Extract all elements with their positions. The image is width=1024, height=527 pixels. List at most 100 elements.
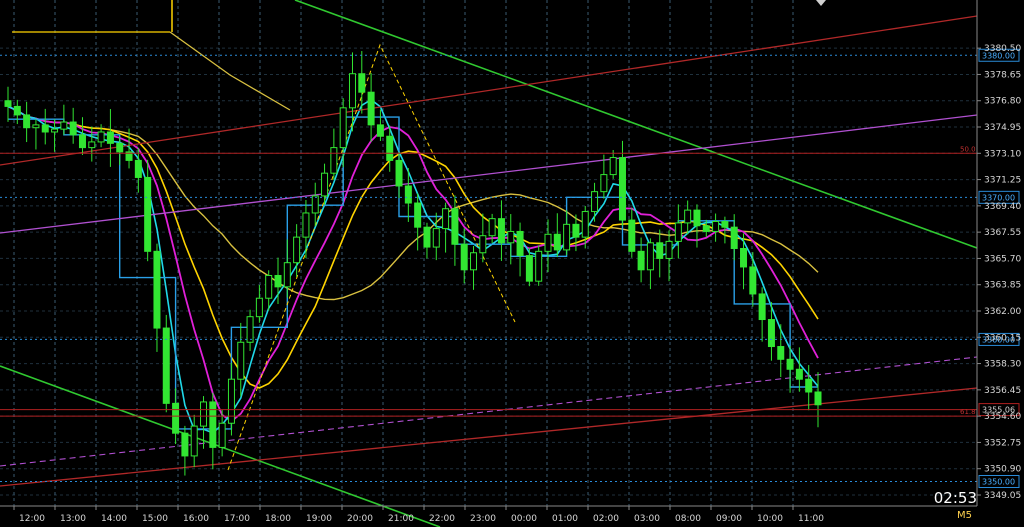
candle-body (181, 432, 189, 457)
candle-body (721, 220, 729, 228)
candle-body (60, 121, 68, 130)
candle-body (134, 159, 142, 178)
candle-body (544, 233, 552, 252)
candle-body (563, 223, 571, 251)
candle-body (591, 191, 599, 213)
candle-body (740, 247, 748, 268)
candle-body (637, 250, 645, 271)
candle-body (106, 131, 114, 144)
bar-countdown: 02:53 (933, 489, 977, 507)
candle-body (460, 243, 468, 271)
price-tick-label: 3352.75 (984, 438, 1021, 448)
candle-body (172, 402, 180, 434)
candle-body (572, 223, 580, 238)
time-tick-label: 08:00 (675, 514, 701, 524)
candle-body (470, 252, 478, 271)
candle-body (535, 250, 543, 282)
candle-body (395, 159, 403, 187)
candle-body (805, 378, 813, 393)
time-tick-label: 20:00 (347, 514, 373, 524)
price-tick-label: 3356.45 (984, 386, 1021, 396)
candle-body (386, 135, 394, 161)
candle-body (777, 346, 785, 360)
time-tick-label: 14:00 (101, 514, 127, 524)
candle-body (404, 185, 412, 204)
candle-body (525, 255, 533, 282)
candle-body (330, 147, 338, 174)
candle-body (702, 225, 710, 232)
time-tick-label: 23:00 (470, 514, 496, 524)
time-tick-label: 21:00 (388, 514, 414, 524)
candle-body (339, 107, 347, 149)
candle-body (200, 401, 208, 427)
price-tick-label: 3374.95 (984, 123, 1021, 133)
candle-body (488, 218, 496, 237)
candle-body (600, 174, 608, 193)
price-tick-label: 3371.25 (984, 176, 1021, 186)
time-tick-label: 01:00 (552, 514, 578, 524)
candle-body (795, 368, 803, 380)
time-tick-label: 10:00 (757, 514, 783, 524)
fib-level-label: 50.0 (960, 145, 976, 153)
candle-body (190, 425, 198, 457)
time-tick-label: 16:00 (183, 514, 209, 524)
price-tick-label: 3380.50 (984, 44, 1021, 54)
price-tick-label: 3369.40 (984, 202, 1021, 212)
candle-body (348, 73, 356, 109)
candle-body (497, 218, 505, 244)
candle-body (246, 316, 254, 343)
level-price-label: 3350.00 (982, 478, 1015, 487)
price-tick-label: 3363.85 (984, 281, 1021, 291)
candle-body (451, 208, 459, 245)
price-tick-label: 3365.70 (984, 254, 1021, 264)
time-tick-label: 19:00 (306, 514, 332, 524)
candle-body (553, 233, 561, 251)
candle-body (665, 240, 673, 259)
candle-body (423, 226, 431, 248)
candle-body (516, 230, 524, 257)
candle-body (13, 105, 21, 116)
price-tick-label: 3367.55 (984, 228, 1021, 238)
candle-body (749, 266, 757, 295)
candle-body (209, 401, 217, 448)
candle-body (367, 91, 375, 126)
candle-body (321, 172, 329, 197)
candle-body (51, 128, 59, 133)
price-tick-label: 3358.30 (984, 360, 1021, 370)
candle-body (153, 250, 161, 329)
candle-body (41, 124, 49, 133)
candle-body (646, 242, 654, 271)
candle-body (218, 422, 226, 448)
candle-body (479, 235, 487, 254)
candle-body (88, 141, 96, 149)
candle-body (32, 124, 40, 129)
candle-body (265, 274, 273, 299)
candle-body (116, 142, 124, 153)
candle-body (23, 114, 31, 129)
time-tick-label: 09:00 (716, 514, 742, 524)
price-tick-label: 3378.65 (984, 70, 1021, 80)
candle-body (581, 211, 589, 238)
candle-body (507, 230, 515, 244)
candle-body (442, 208, 450, 230)
candle-body (414, 202, 422, 228)
time-tick-label: 13:00 (60, 514, 86, 524)
price-tick-label: 3373.10 (984, 149, 1021, 159)
time-tick-label: 18:00 (265, 514, 291, 524)
candle-body (97, 131, 105, 143)
time-tick-label: 11:00 (798, 514, 824, 524)
candle-body (255, 297, 263, 318)
candle-body (628, 219, 636, 252)
candle-body (376, 124, 384, 137)
price-tick-label: 3350.90 (984, 465, 1021, 475)
time-tick-label: 15:00 (142, 514, 168, 524)
candle-body (730, 226, 738, 249)
candle-body (786, 358, 794, 370)
candle-body (693, 209, 701, 227)
candle-body (758, 293, 766, 321)
time-tick-label: 12:00 (19, 514, 45, 524)
time-tick-label: 17:00 (224, 514, 250, 524)
candle-body (618, 157, 626, 221)
candle-body (684, 209, 692, 224)
price-chart: 3380.003370.003360.003350.0050.061.8 3355… (0, 0, 1024, 527)
